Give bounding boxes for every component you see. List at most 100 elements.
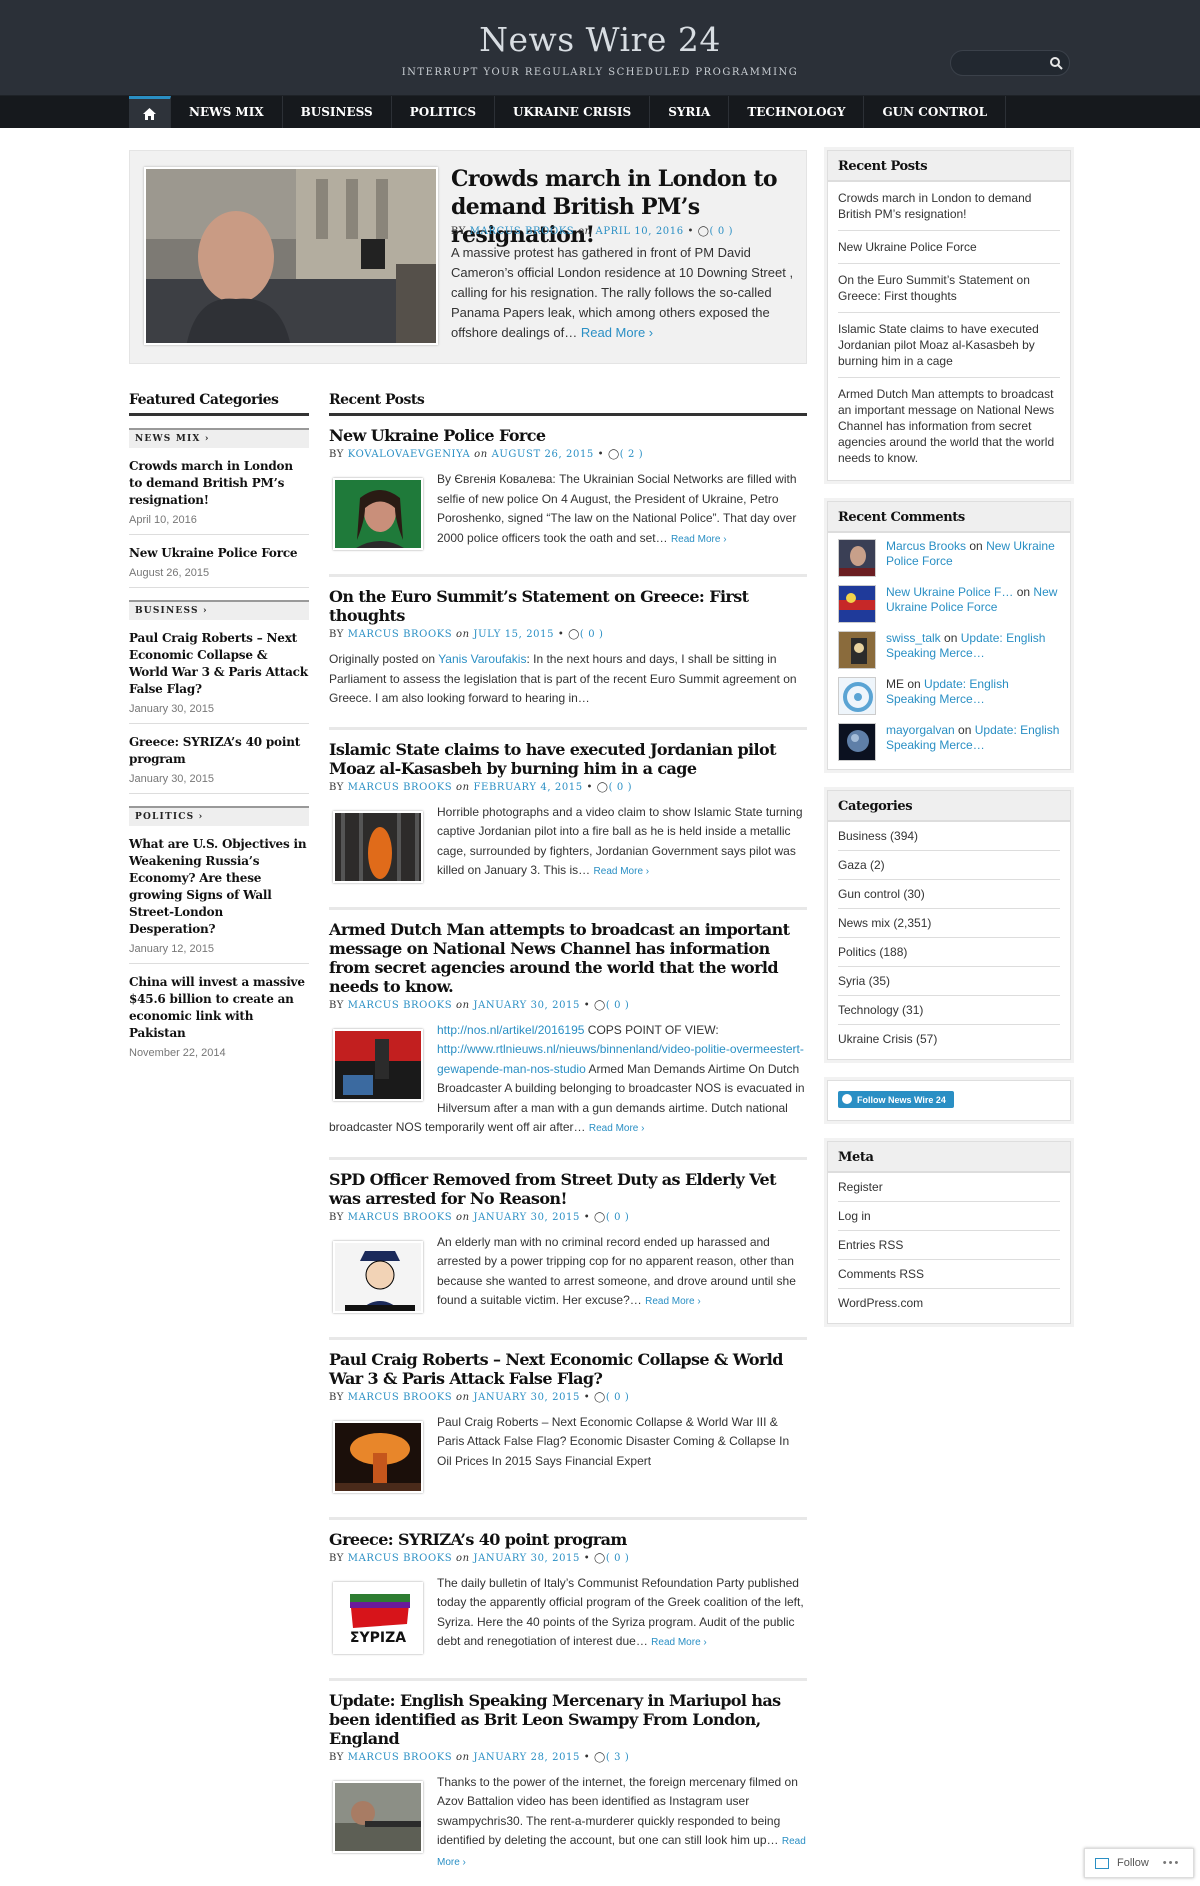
author-link[interactable]: MARCUS BROOKS bbox=[348, 1000, 453, 1011]
category-link[interactable]: News mix (2,351) bbox=[838, 909, 1060, 938]
more-icon[interactable]: ••• bbox=[1163, 1857, 1181, 1869]
category-header-business[interactable]: BUSINESS › bbox=[129, 600, 309, 620]
post-title[interactable]: Armed Dutch Man attempts to broadcast an… bbox=[329, 920, 807, 996]
read-more-link[interactable]: Read More › bbox=[651, 1637, 707, 1648]
date-link[interactable]: FEBRUARY 4, 2015 bbox=[474, 782, 583, 793]
recent-post-link[interactable]: On the Euro Summit’s Statement on Greece… bbox=[838, 264, 1060, 313]
read-more-link[interactable]: Read More › bbox=[594, 866, 650, 877]
category-header-news-mix[interactable]: NEWS MIX › bbox=[129, 428, 309, 448]
follow-blog-button[interactable]: Follow News Wire 24 bbox=[838, 1091, 954, 1108]
date-link[interactable]: JANUARY 28, 2015 bbox=[474, 1752, 580, 1763]
comment-author-link[interactable]: swiss_talk bbox=[886, 631, 941, 645]
category-post-title[interactable]: What are U.S. Objectives in Weakening Ru… bbox=[129, 836, 309, 938]
featured-author-link[interactable]: MARCUS BROOKS bbox=[470, 226, 575, 237]
recent-post-link[interactable]: Islamic State claims to have executed Jo… bbox=[838, 313, 1060, 378]
avatar[interactable] bbox=[838, 539, 876, 577]
meta-link[interactable]: Comments RSS bbox=[838, 1260, 1060, 1289]
author-link[interactable]: MARCUS BROOKS bbox=[348, 1212, 453, 1223]
search-icon[interactable] bbox=[1049, 56, 1063, 70]
read-more-link[interactable]: Read More › bbox=[645, 1296, 701, 1307]
category-link[interactable]: Business (394) bbox=[838, 822, 1060, 851]
post-title[interactable]: Greece: SYRIZA’s 40 point program bbox=[329, 1530, 807, 1549]
nav-item-gun-control[interactable]: GUN CONTROL bbox=[864, 96, 1007, 128]
featured-image[interactable] bbox=[144, 167, 438, 345]
post-thumbnail[interactable] bbox=[333, 1028, 423, 1101]
category-post-title[interactable]: New Ukraine Police Force bbox=[129, 545, 309, 562]
nav-item-politics[interactable]: POLITICS bbox=[392, 96, 496, 128]
nav-item-business[interactable]: BUSINESS bbox=[283, 96, 392, 128]
home-button[interactable] bbox=[129, 96, 171, 128]
comments-link[interactable]: ( 0 ) bbox=[606, 1392, 630, 1403]
featured-comments-link[interactable]: ( 0 ) bbox=[710, 226, 734, 237]
meta-link[interactable]: Log in bbox=[838, 1202, 1060, 1231]
post-title[interactable]: Paul Craig Roberts – Next Economic Colla… bbox=[329, 1350, 807, 1388]
nav-item-ukraine-crisis[interactable]: UKRAINE CRISIS bbox=[495, 96, 651, 128]
avatar[interactable] bbox=[838, 677, 876, 715]
read-more-link[interactable]: Read More › bbox=[581, 325, 653, 340]
author-link[interactable]: KOVALOVAEVGENIYA bbox=[348, 449, 471, 460]
recent-post-link[interactable]: Crowds march in London to demand British… bbox=[838, 182, 1060, 231]
date-link[interactable]: JANUARY 30, 2015 bbox=[474, 1392, 580, 1403]
article-link[interactable]: http://nos.nl/artikel/2016195 bbox=[437, 1023, 584, 1037]
date-link[interactable]: JANUARY 30, 2015 bbox=[474, 1000, 580, 1011]
meta-link[interactable]: Entries RSS bbox=[838, 1231, 1060, 1260]
meta-link[interactable]: Register bbox=[838, 1173, 1060, 1202]
comments-link[interactable]: ( 0 ) bbox=[609, 782, 633, 793]
comments-link[interactable]: ( 2 ) bbox=[620, 449, 644, 460]
author-link[interactable]: MARCUS BROOKS bbox=[348, 629, 453, 640]
nav-item-syria[interactable]: SYRIA bbox=[650, 96, 730, 128]
comment-post-link[interactable]: Update: English Speaking Merce… bbox=[886, 677, 1009, 706]
post-thumbnail[interactable]: ΣΥΡΙΖΑ bbox=[333, 1581, 423, 1654]
comment-author-link[interactable]: mayorgalvan bbox=[886, 723, 955, 737]
post-thumbnail[interactable] bbox=[333, 1240, 423, 1313]
comment-author-link[interactable]: Marcus Brooks bbox=[886, 539, 966, 553]
category-link[interactable]: Technology (31) bbox=[838, 996, 1060, 1025]
avatar[interactable] bbox=[838, 723, 876, 761]
post-thumbnail[interactable] bbox=[333, 810, 423, 883]
read-more-link[interactable]: Read More › bbox=[589, 1123, 645, 1134]
date-link[interactable]: AUGUST 26, 2015 bbox=[492, 449, 594, 460]
post-title[interactable]: Update: English Speaking Mercenary in Ma… bbox=[329, 1691, 807, 1748]
avatar[interactable] bbox=[838, 631, 876, 669]
category-link[interactable]: Gaza (2) bbox=[838, 851, 1060, 880]
read-more-link[interactable]: Read More › bbox=[671, 534, 727, 545]
category-post-title[interactable]: Greece: SYRIZA’s 40 point program bbox=[129, 734, 309, 768]
category-header-politics[interactable]: POLITICS › bbox=[129, 806, 309, 826]
category-post-title[interactable]: Crowds march in London to demand British… bbox=[129, 458, 309, 509]
comments-link[interactable]: ( 3 ) bbox=[606, 1752, 630, 1763]
post-thumbnail[interactable] bbox=[333, 1420, 423, 1493]
author-link[interactable]: MARCUS BROOKS bbox=[348, 1553, 453, 1564]
post-title[interactable]: On the Euro Summit’s Statement on Greece… bbox=[329, 587, 807, 625]
comments-link[interactable]: ( 0 ) bbox=[606, 1000, 630, 1011]
category-post-title[interactable]: China will invest a massive $45.6 billio… bbox=[129, 974, 309, 1042]
comments-link[interactable]: ( 0 ) bbox=[606, 1212, 630, 1223]
category-post-title[interactable]: Paul Craig Roberts – Next Economic Colla… bbox=[129, 630, 309, 698]
follow-bar[interactable]: Follow ••• bbox=[1084, 1848, 1194, 1878]
category-link[interactable]: Politics (188) bbox=[838, 938, 1060, 967]
category-link[interactable]: Ukraine Crisis (57) bbox=[838, 1025, 1060, 1053]
source-link[interactable]: Yanis Varoufakis bbox=[438, 652, 526, 666]
recent-post-link[interactable]: New Ukraine Police Force bbox=[838, 231, 1060, 264]
nav-item-technology[interactable]: TECHNOLOGY bbox=[729, 96, 865, 128]
date-link[interactable]: JULY 15, 2015 bbox=[474, 629, 555, 640]
featured-date-link[interactable]: APRIL 10, 2016 bbox=[596, 226, 684, 237]
post-title[interactable]: Islamic State claims to have executed Jo… bbox=[329, 740, 807, 778]
category-link[interactable]: Gun control (30) bbox=[838, 880, 1060, 909]
comments-link[interactable]: ( 0 ) bbox=[580, 629, 604, 640]
nav-item-news-mix[interactable]: NEWS MIX bbox=[171, 96, 283, 128]
recent-post-link[interactable]: Armed Dutch Man attempts to broadcast an… bbox=[838, 378, 1060, 474]
date-link[interactable]: JANUARY 30, 2015 bbox=[474, 1553, 580, 1564]
meta-link[interactable]: WordPress.com bbox=[838, 1289, 1060, 1317]
comments-link[interactable]: ( 0 ) bbox=[606, 1553, 630, 1564]
author-link[interactable]: MARCUS BROOKS bbox=[348, 782, 453, 793]
post-title[interactable]: SPD Officer Removed from Street Duty as … bbox=[329, 1170, 807, 1208]
author-link[interactable]: MARCUS BROOKS bbox=[348, 1752, 453, 1763]
post-thumbnail[interactable] bbox=[333, 478, 423, 550]
avatar[interactable] bbox=[838, 585, 876, 623]
follow-bar-label[interactable]: Follow bbox=[1117, 1857, 1149, 1869]
category-link[interactable]: Syria (35) bbox=[838, 967, 1060, 996]
comment-author-link[interactable]: New Ukraine Police F… bbox=[886, 585, 1013, 599]
author-link[interactable]: MARCUS BROOKS bbox=[348, 1392, 453, 1403]
post-thumbnail[interactable] bbox=[333, 1780, 423, 1853]
date-link[interactable]: JANUARY 30, 2015 bbox=[474, 1212, 580, 1223]
